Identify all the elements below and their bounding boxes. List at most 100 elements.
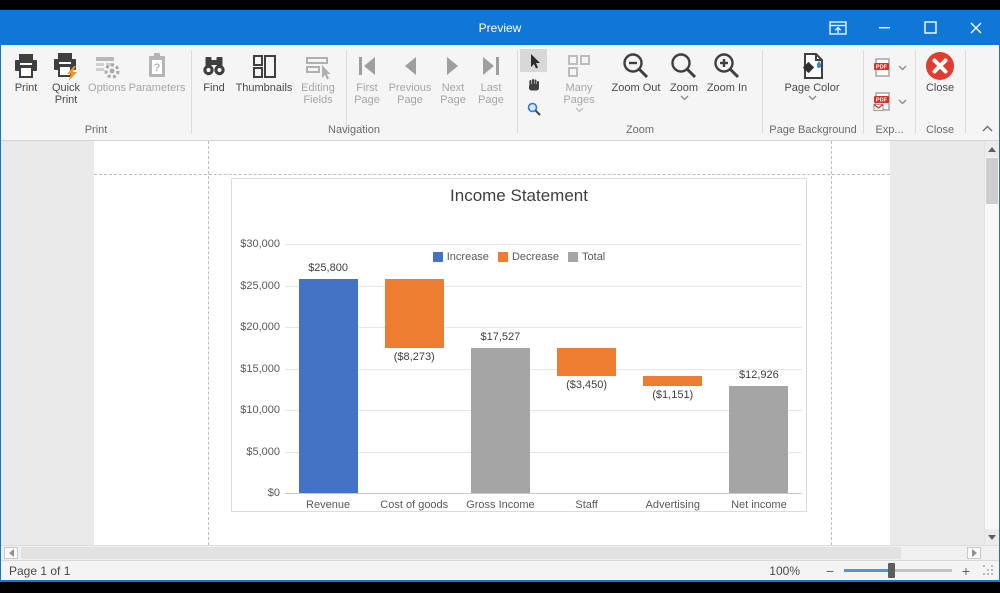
group-separator [191,50,192,134]
category-label: Staff [544,499,630,511]
last-page-icon [475,50,507,82]
hand-tool-button[interactable] [520,73,547,96]
send-pdf-email-icon: PDF [872,91,894,113]
editing-fields-icon [302,50,334,82]
pointer-tool-button[interactable] [520,49,547,72]
left-margin-guide [208,141,209,545]
parameters-button[interactable]: ? Parameters [127,49,187,94]
marquee-zoom-button[interactable] [520,97,547,120]
bar-value-label: ($1,151) [628,389,718,401]
category-label: Cost of goods [371,499,457,511]
print-button[interactable]: Print [7,49,45,94]
maximize-button[interactable] [907,10,953,45]
next-page-button[interactable]: Next Page [436,49,470,106]
zoom-group-caption: Zoom [519,124,761,138]
bar-value-label: ($8,273) [369,351,459,363]
editing-fields-button[interactable]: Editing Fields [294,49,342,106]
many-pages-button[interactable]: Many Pages [549,49,609,113]
zoom-button[interactable]: Zoom [664,49,704,101]
quick-print-icon [50,50,82,82]
zoom-out-icon [620,50,652,82]
legend-item-decrease: Decrease [498,251,559,263]
horizontal-scrollbar[interactable] [1,545,999,560]
editing-fields-label-line1: Editing [301,82,335,94]
chevron-down-icon [575,107,584,113]
zoom-slider[interactable] [844,569,952,572]
find-label: Find [203,82,224,94]
vertical-scroll-thumb[interactable] [986,158,998,204]
next-page-label-line2: Page [440,94,466,106]
category-label: Revenue [285,499,371,511]
quick-print-button[interactable]: Quick Print [47,49,85,106]
income-statement-chart: Income Statement IncreaseDecreaseTotal $… [231,178,807,512]
find-button[interactable]: Find [196,49,232,94]
zoom-label: Zoom [670,82,698,94]
parameters-icon: ? [141,50,173,82]
group-separator [517,50,518,134]
zoom-out-button[interactable]: Zoom Out [609,49,663,94]
send-pdf-email-button[interactable]: PDF [867,87,911,117]
scroll-left-button[interactable] [4,547,18,559]
last-page-button[interactable]: Last Page [471,49,511,106]
zoom-increase-button[interactable]: + [960,566,972,576]
document-preview-area[interactable]: Income Statement IncreaseDecreaseTotal $… [1,141,999,545]
y-tick-label: $30,000 [232,238,280,250]
thumbnails-button[interactable]: Thumbnails [235,49,293,94]
printer-icon [10,50,42,82]
bar-gross-income [471,348,530,493]
resize-grip[interactable] [982,564,995,577]
last-page-label-line2: Page [478,94,504,106]
close-window-button[interactable] [953,10,999,45]
export-to-pdf-button[interactable]: PDF [867,53,911,83]
minimize-button[interactable] [861,10,907,45]
close-icon [970,22,982,34]
close-preview-button[interactable]: Close [917,49,963,94]
minimize-icon [879,22,890,33]
zoom-slider-thumb[interactable] [888,563,895,578]
previous-page-button[interactable]: Previous Page [386,49,434,106]
options-button[interactable]: Options [87,49,127,94]
legend-label: Increase [447,251,489,263]
ribbon-display-options-button[interactable] [815,10,861,45]
options-icon [91,50,123,82]
editing-fields-label-line2: Fields [303,94,332,106]
navigation-group-caption: Navigation [193,124,515,138]
parameters-label: Parameters [129,82,186,94]
scroll-right-button[interactable] [967,547,981,559]
page-color-label: Page Color [784,82,839,94]
zoom-in-button[interactable]: Zoom In [703,49,751,94]
group-separator [915,50,916,134]
triangle-down-icon [988,535,996,540]
bar-cost-of-goods [385,279,444,348]
gridline-10000 [285,410,802,411]
zoom-decrease-button[interactable]: − [824,566,836,576]
bar-staff [557,348,616,377]
page-color-icon [796,50,828,82]
legend-swatch [568,252,578,262]
zoom-slider-fill [844,569,892,572]
gridline-20000 [285,327,802,328]
legend-label: Total [582,251,605,263]
magnifier-blue-icon [526,101,542,117]
first-page-button[interactable]: First Page [349,49,385,106]
page-indicator: Page 1 of 1 [9,564,70,578]
inner-separator [346,50,347,134]
y-tick-label: $25,000 [232,280,280,292]
bar-value-label: ($3,450) [542,379,632,391]
zoom-in-label: Zoom In [707,82,747,94]
gridline-30000 [285,244,802,245]
page-color-button[interactable]: Page Color [771,49,853,101]
hand-icon [526,77,542,93]
scroll-down-button[interactable] [985,529,999,545]
scroll-up-button[interactable] [985,141,999,157]
bar-value-label: $12,926 [714,369,804,381]
collapse-ribbon-button[interactable] [977,119,997,137]
legend-label: Decrease [512,251,559,263]
chevron-down-icon [808,95,817,101]
zoom-in-icon [711,50,743,82]
last-page-label-line1: Last [481,82,502,94]
next-page-label-line1: Next [442,82,465,94]
vertical-scrollbar[interactable] [984,141,999,545]
horizontal-scroll-thumb[interactable] [21,547,901,559]
category-label: Gross Income [457,499,543,511]
